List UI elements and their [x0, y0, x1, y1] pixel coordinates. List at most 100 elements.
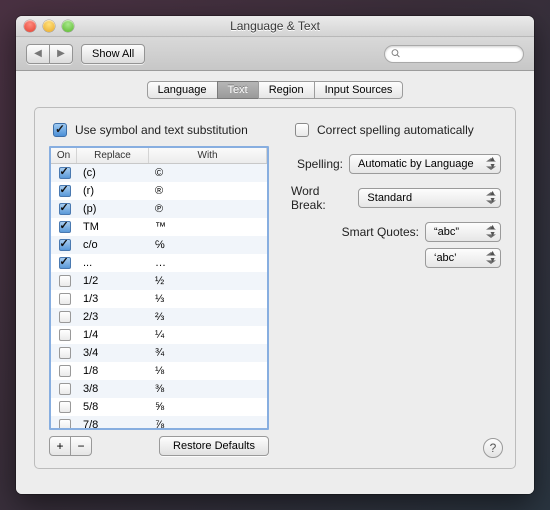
- row-checkbox[interactable]: [59, 221, 71, 233]
- close-icon[interactable]: [24, 20, 36, 32]
- row-replace: 1/8: [77, 365, 149, 377]
- header-on[interactable]: On: [51, 148, 77, 163]
- row-replace: 3/4: [77, 347, 149, 359]
- row-replace: (c): [77, 167, 149, 179]
- row-checkbox[interactable]: [59, 365, 71, 377]
- row-replace: 3/8: [77, 383, 149, 395]
- add-button[interactable]: +: [49, 436, 71, 456]
- use-substitution-row[interactable]: Use symbol and text substitution: [49, 120, 269, 140]
- row-checkbox[interactable]: [59, 347, 71, 359]
- table-row[interactable]: 1/4¼: [51, 326, 267, 344]
- smartquotes-single-popup[interactable]: ‘abc’ ▲▼: [425, 248, 501, 268]
- help-button[interactable]: ?: [483, 438, 503, 458]
- row-checkbox[interactable]: [59, 203, 71, 215]
- table-row[interactable]: 5/8⅝: [51, 398, 267, 416]
- substitution-section: Use symbol and text substitution On Repl…: [49, 120, 269, 456]
- table-row[interactable]: c/o℅: [51, 236, 267, 254]
- zoom-icon[interactable]: [62, 20, 74, 32]
- options-section: Correct spelling automatically Spelling:…: [291, 120, 501, 456]
- add-remove-segment: + −: [49, 436, 92, 456]
- row-replace: 5/8: [77, 401, 149, 413]
- correct-spelling-checkbox[interactable]: [295, 123, 309, 137]
- header-with[interactable]: With: [149, 148, 267, 163]
- smartquotes-single-row: ‘abc’ ▲▼: [291, 248, 501, 268]
- row-checkbox[interactable]: [59, 383, 71, 395]
- tab-region[interactable]: Region: [258, 81, 315, 99]
- back-button[interactable]: ◀: [26, 44, 50, 64]
- row-replace: 1/4: [77, 329, 149, 341]
- chevron-right-icon: ▶: [57, 48, 65, 59]
- table-row[interactable]: 1/2½: [51, 272, 267, 290]
- row-checkbox[interactable]: [59, 257, 71, 269]
- forward-button[interactable]: ▶: [49, 44, 73, 64]
- row-checkbox[interactable]: [59, 275, 71, 287]
- table-row[interactable]: TM™: [51, 218, 267, 236]
- row-with: ©: [149, 167, 267, 179]
- tab-text[interactable]: Text: [217, 81, 259, 99]
- row-checkbox[interactable]: [59, 293, 71, 305]
- use-substitution-label: Use symbol and text substitution: [75, 123, 248, 137]
- header-replace[interactable]: Replace: [77, 148, 149, 163]
- show-all-button[interactable]: Show All: [81, 44, 145, 64]
- row-with: ™: [149, 221, 267, 233]
- table-row[interactable]: 3/4¾: [51, 344, 267, 362]
- smartquotes-double-popup[interactable]: “abc” ▲▼: [425, 222, 501, 242]
- row-checkbox[interactable]: [59, 239, 71, 251]
- row-replace: ...: [77, 257, 149, 269]
- row-checkbox[interactable]: [59, 167, 71, 179]
- content-area: Language Text Region Input Sources Use s…: [16, 71, 534, 494]
- row-with: ®: [149, 185, 267, 197]
- correct-spelling-row[interactable]: Correct spelling automatically: [291, 120, 501, 140]
- table-body: (c)©(r)®(p)℗TM™c/o℅...…1/2½1/3⅓2/3⅔1/4¼3…: [51, 164, 267, 430]
- row-with: ℗: [149, 203, 267, 215]
- row-with: ⅛: [149, 365, 267, 377]
- tab-bar: Language Text Region Input Sources: [34, 81, 516, 99]
- table-row[interactable]: (c)©: [51, 164, 267, 182]
- spelling-row: Spelling: Automatic by Language ▲▼: [291, 154, 501, 174]
- restore-defaults-button[interactable]: Restore Defaults: [159, 436, 269, 456]
- row-with: ⅜: [149, 383, 267, 395]
- row-with: ℅: [149, 239, 267, 251]
- row-replace: c/o: [77, 239, 149, 251]
- remove-button[interactable]: −: [70, 436, 92, 456]
- titlebar: Language & Text: [16, 16, 534, 37]
- correct-spelling-label: Correct spelling automatically: [317, 123, 474, 137]
- row-checkbox[interactable]: [59, 329, 71, 341]
- table-row[interactable]: 2/3⅔: [51, 308, 267, 326]
- search-input[interactable]: [405, 47, 517, 61]
- minimize-icon[interactable]: [43, 20, 55, 32]
- tab-language[interactable]: Language: [147, 81, 218, 99]
- row-checkbox[interactable]: [59, 311, 71, 323]
- row-checkbox[interactable]: [59, 185, 71, 197]
- table-row[interactable]: 1/3⅓: [51, 290, 267, 308]
- smartquotes-row: Smart Quotes: “abc” ▲▼: [291, 222, 501, 242]
- row-checkbox[interactable]: [59, 419, 71, 430]
- row-with: ⅔: [149, 311, 267, 323]
- table-row[interactable]: (p)℗: [51, 200, 267, 218]
- row-replace: TM: [77, 221, 149, 233]
- search-field-wrap[interactable]: [384, 45, 524, 63]
- chevron-left-icon: ◀: [34, 48, 42, 59]
- smartquotes-label: Smart Quotes:: [342, 225, 419, 239]
- table-row[interactable]: ...…: [51, 254, 267, 272]
- spelling-label: Spelling:: [297, 157, 343, 171]
- row-replace: 1/2: [77, 275, 149, 287]
- row-checkbox[interactable]: [59, 401, 71, 413]
- row-with: ⅓: [149, 293, 267, 305]
- wordbreak-label: Word Break:: [291, 184, 352, 212]
- preferences-window: Language & Text ◀ ▶ Show All Language Te…: [16, 16, 534, 494]
- window-controls: [24, 20, 74, 32]
- table-row[interactable]: (r)®: [51, 182, 267, 200]
- table-row[interactable]: 7/8⅞: [51, 416, 267, 430]
- window-title: Language & Text: [230, 19, 320, 33]
- row-replace: 2/3: [77, 311, 149, 323]
- row-with: …: [149, 257, 267, 269]
- wordbreak-popup[interactable]: Standard ▲▼: [358, 188, 501, 208]
- spelling-popup[interactable]: Automatic by Language ▲▼: [349, 154, 501, 174]
- table-row[interactable]: 1/8⅛: [51, 362, 267, 380]
- spelling-value: Automatic by Language: [358, 158, 474, 170]
- use-substitution-checkbox[interactable]: [53, 123, 67, 137]
- tab-input-sources[interactable]: Input Sources: [314, 81, 404, 99]
- row-with: ¾: [149, 347, 267, 359]
- table-row[interactable]: 3/8⅜: [51, 380, 267, 398]
